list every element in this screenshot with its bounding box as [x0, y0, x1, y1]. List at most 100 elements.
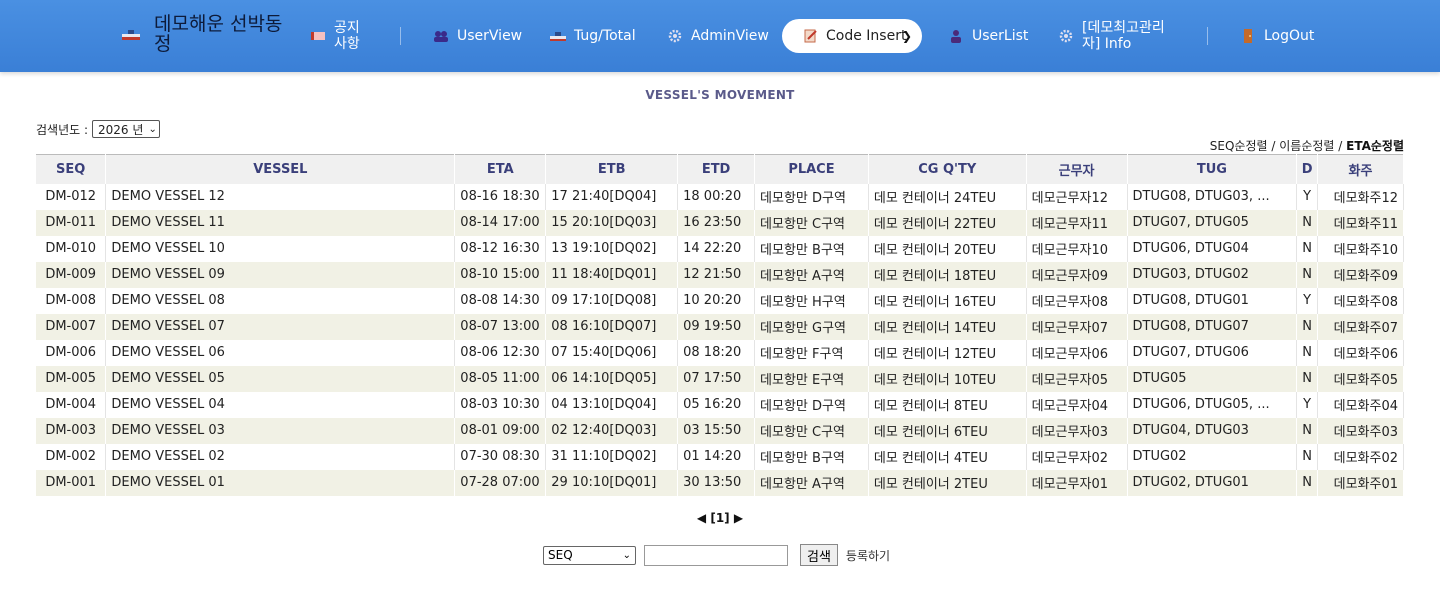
cell-etd: 14 22:20	[677, 235, 756, 262]
cell-shipper: 데모화주03	[1317, 417, 1404, 444]
cell-vessel: DEMO VESSEL 07	[105, 313, 456, 340]
cell-shipper: 데모화주07	[1317, 313, 1404, 340]
code-insert-select[interactable]: Code Insert ❯	[782, 19, 922, 53]
cell-vessel: DEMO VESSEL 06	[105, 339, 456, 366]
col-header-etb[interactable]: ETB	[545, 154, 679, 184]
cell-etd: 30 13:50	[677, 469, 756, 496]
cell-eta: 08-10 15:00	[454, 261, 547, 288]
cell-seq: DM-011	[36, 209, 107, 236]
cell-seq: DM-001	[36, 469, 107, 496]
user-icon	[951, 30, 961, 43]
cell-etb: 15 20:10[DQ03]	[545, 209, 679, 236]
nav-userview[interactable]: UserView	[433, 0, 522, 72]
cell-worker: 데모근무자08	[1026, 287, 1128, 314]
sort-by-eta-link[interactable]: ETA순정렬	[1346, 139, 1404, 153]
page-current[interactable]: [1]	[710, 511, 729, 525]
cell-etb: 04 13:10[DQ04]	[545, 391, 679, 418]
search-input[interactable]	[644, 544, 788, 566]
table-row[interactable]: DM-006 DEMO VESSEL 06 08-06 12:30 07 15:40[…	[36, 339, 1404, 366]
cell-d: N	[1296, 365, 1319, 392]
search-field-value: SEQ	[548, 548, 573, 562]
nav-adminview[interactable]: AdminView	[667, 0, 769, 72]
cell-eta: 08-07 13:00	[454, 313, 547, 340]
cell-tug: DTUG08, DTUG07	[1127, 313, 1298, 340]
next-page-icon[interactable]: ▶	[734, 511, 743, 525]
cell-cg-qty: 데모 컨테이너 10TEU	[868, 365, 1027, 392]
col-header-vessel[interactable]: VESSEL	[105, 154, 456, 184]
cell-tug: DTUG02	[1127, 443, 1298, 470]
cell-vessel: DEMO VESSEL 11	[105, 209, 456, 236]
year-select[interactable]: 2026 년 ⌄	[92, 120, 160, 138]
cell-worker: 데모근무자09	[1026, 261, 1128, 288]
cell-etb: 06 14:10[DQ05]	[545, 365, 679, 392]
cell-etd: 05 16:20	[677, 391, 756, 418]
col-header-place[interactable]: PLACE	[754, 154, 869, 184]
table-row[interactable]: DM-009 DEMO VESSEL 09 08-10 15:00 11 18:40[…	[36, 261, 1404, 288]
year-select-value: 2026 년	[98, 122, 144, 137]
nav-admin-info[interactable]: [데모최고관리자] Info	[1058, 0, 1182, 72]
cell-place: 데모항만 A구역	[754, 469, 869, 496]
brand[interactable]: 데모해운 선박동정	[122, 14, 297, 58]
cell-d: N	[1296, 417, 1319, 444]
top-navigation-bar: 데모해운 선박동정 공지 사항 UserView Tug/Total Admin…	[0, 0, 1440, 72]
col-header-etd[interactable]: ETD	[677, 154, 756, 184]
cell-tug: DTUG05	[1127, 365, 1298, 392]
search-button[interactable]: 검색	[800, 544, 838, 566]
nav-logout[interactable]: LogOut	[1240, 0, 1314, 72]
cell-cg-qty: 데모 컨테이너 6TEU	[868, 417, 1027, 444]
col-header-cg-qty[interactable]: CG Q'TY	[868, 154, 1027, 184]
cell-cg-qty: 데모 컨테이너 14TEU	[868, 313, 1027, 340]
cell-place: 데모항만 B구역	[754, 443, 869, 470]
cell-shipper: 데모화주08	[1317, 287, 1404, 314]
sort-by-name-link[interactable]: 이름순정렬	[1279, 139, 1334, 153]
table-row[interactable]: DM-007 DEMO VESSEL 07 08-07 13:00 08 16:10[…	[36, 313, 1404, 340]
nav-divider	[1207, 27, 1208, 45]
cell-tug: DTUG03, DTUG02	[1127, 261, 1298, 288]
table-row[interactable]: DM-004 DEMO VESSEL 04 08-03 10:30 04 13:10[…	[36, 391, 1404, 418]
cell-eta: 08-12 16:30	[454, 235, 547, 262]
cell-place: 데모항만 D구역	[754, 183, 869, 210]
prev-page-icon[interactable]: ◀	[697, 511, 706, 525]
table-row[interactable]: DM-011 DEMO VESSEL 11 08-14 17:00 15 20:10[…	[36, 209, 1404, 236]
table-row[interactable]: DM-008 DEMO VESSEL 08 08-08 14:30 09 17:10[…	[36, 287, 1404, 314]
cell-eta: 08-06 12:30	[454, 339, 547, 366]
table-row[interactable]: DM-012 DEMO VESSEL 12 08-16 18:30 17 21:40[…	[36, 183, 1404, 210]
cell-seq: DM-005	[36, 365, 107, 392]
nav-logout-label: LogOut	[1264, 28, 1315, 44]
nav-userlist[interactable]: UserList	[948, 0, 1028, 72]
cell-etb: 09 17:10[DQ08]	[545, 287, 679, 314]
table-body: DM-012 DEMO VESSEL 12 08-16 18:30 17 21:40[…	[36, 183, 1404, 496]
cell-eta: 08-16 18:30	[454, 183, 547, 210]
col-header-shipper[interactable]: 화주	[1317, 154, 1404, 184]
table-row[interactable]: DM-003 DEMO VESSEL 03 08-01 09:00 02 12:40[…	[36, 417, 1404, 444]
col-header-worker[interactable]: 근무자	[1026, 154, 1128, 184]
table-row[interactable]: DM-001 DEMO VESSEL 01 07-28 07:00 29 10:10[…	[36, 469, 1404, 496]
nav-divider	[400, 27, 401, 45]
sort-by-seq-link[interactable]: SEQ순정렬	[1210, 139, 1268, 153]
cell-worker: 데모근무자11	[1026, 209, 1128, 236]
cell-place: 데모항만 C구역	[754, 209, 869, 236]
table-row[interactable]: DM-005 DEMO VESSEL 05 08-05 11:00 06 14:10[…	[36, 365, 1404, 392]
col-header-d[interactable]: D	[1296, 154, 1319, 184]
cell-worker: 데모근무자06	[1026, 339, 1128, 366]
cell-etb: 29 10:10[DQ01]	[545, 469, 679, 496]
cell-tug: DTUG08, DTUG01	[1127, 287, 1298, 314]
col-header-eta[interactable]: ETA	[454, 154, 547, 184]
table-row[interactable]: DM-010 DEMO VESSEL 10 08-12 16:30 13 19:10[…	[36, 235, 1404, 262]
cell-d: N	[1296, 235, 1319, 262]
cell-seq: DM-009	[36, 261, 107, 288]
search-field-select[interactable]: SEQ ⌄	[543, 545, 636, 565]
cell-etb: 11 18:40[DQ01]	[545, 261, 679, 288]
col-header-tug[interactable]: TUG	[1127, 154, 1298, 184]
ship-icon	[550, 32, 566, 41]
edit-icon	[804, 29, 817, 43]
register-link[interactable]: 등록하기	[846, 547, 890, 564]
chevron-down-icon: ❯	[901, 29, 912, 43]
nav-tugtotal[interactable]: Tug/Total	[550, 0, 636, 72]
cell-cg-qty: 데모 컨테이너 12TEU	[868, 339, 1027, 366]
cell-tug: DTUG07, DTUG05	[1127, 209, 1298, 236]
cell-vessel: DEMO VESSEL 04	[105, 391, 456, 418]
nav-notice[interactable]: 공지 사항	[310, 0, 364, 72]
table-row[interactable]: DM-002 DEMO VESSEL 02 07-30 08:30 31 11:10[…	[36, 443, 1404, 470]
col-header-seq[interactable]: SEQ	[36, 154, 107, 184]
